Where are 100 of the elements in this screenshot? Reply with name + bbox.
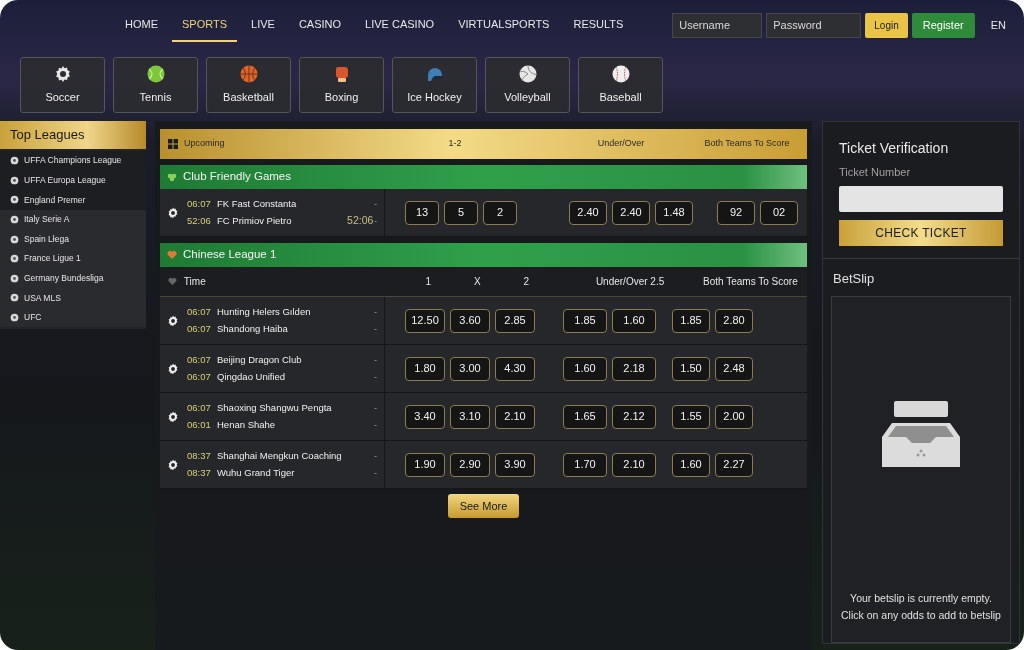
basketball-icon <box>238 64 259 85</box>
column-header: 1-2 <box>447 137 463 151</box>
ticket-label: Ticket Number <box>839 165 912 180</box>
odds-button[interactable]: 2.18 <box>612 356 656 381</box>
gear-icon <box>167 314 179 327</box>
gear-icon <box>167 458 179 471</box>
odds-button[interactable]: 3.40 <box>405 404 445 429</box>
odds-button[interactable]: 92 <box>717 200 755 225</box>
odds-button[interactable]: 2.80 <box>715 308 753 333</box>
team-name: Shanghai Mengkun Coaching <box>217 449 343 464</box>
odds-button[interactable]: 4.30 <box>495 356 535 381</box>
grid-icon <box>168 139 178 149</box>
match-time: 52:06 <box>187 213 212 228</box>
sport-tile[interactable]: Ice Hockey <box>392 57 477 113</box>
league-header: Chinese League 1 <box>160 243 807 267</box>
odds-button[interactable]: 3.10 <box>450 404 490 429</box>
score-dash: - <box>374 466 377 479</box>
league-link[interactable]: Germany Bundesliga <box>0 268 146 289</box>
odds-button[interactable]: 12.50 <box>405 308 445 333</box>
match-time: 06:07 <box>187 369 212 384</box>
odds-button[interactable]: 1.60 <box>672 452 710 477</box>
league-link[interactable]: UFFA Europa League <box>0 170 146 191</box>
sport-tile[interactable]: Basketball <box>206 57 291 113</box>
odds-button[interactable]: 3.60 <box>450 308 490 333</box>
league-link[interactable]: UFFA Champions League <box>0 151 146 171</box>
sport-tile[interactable]: Baseball <box>578 57 663 113</box>
odds-button[interactable]: 1.70 <box>563 452 607 477</box>
sport-tile[interactable]: Boxing <box>299 57 384 113</box>
match-time: 06:07 <box>187 353 212 368</box>
sidebar-title: Top Leagues <box>0 121 146 149</box>
league-link[interactable]: Italy Serie A <box>0 209 146 230</box>
league-link[interactable]: Spain Lłega <box>0 229 146 249</box>
column-header-row: Time 1 X 2 Under/Over 2.5 Both Teams To Score <box>160 267 807 297</box>
odds-button[interactable]: 1.80 <box>405 356 445 381</box>
odds-button[interactable]: 1.90 <box>405 452 445 477</box>
odds-button[interactable]: 1.65 <box>563 404 607 429</box>
see-more-button[interactable]: See More <box>447 494 520 518</box>
odds-button[interactable]: 1.48 <box>655 200 693 225</box>
odds-button[interactable]: 2.00 <box>715 404 753 429</box>
tennis-ball-icon <box>145 64 166 85</box>
league-link[interactable]: USA MLS <box>0 288 146 308</box>
odds-button[interactable]: 2.10 <box>495 404 535 429</box>
baseball-icon <box>610 64 631 85</box>
odds-button[interactable]: 3.00 <box>450 356 490 381</box>
odds-button[interactable]: 02 <box>760 200 798 225</box>
nav-link[interactable]: CASINO <box>288 7 352 43</box>
register-button[interactable]: Register <box>911 12 975 38</box>
league-link[interactable]: France Ligue 1 <box>0 248 146 269</box>
odds-button[interactable]: 1.60 <box>612 308 656 333</box>
column-header: Under/Over <box>596 137 646 151</box>
nav-link[interactable]: HOME <box>115 7 168 43</box>
odds-button[interactable]: 2.12 <box>612 404 656 429</box>
login-button[interactable]: Login <box>865 12 908 38</box>
nav-link[interactable]: LIVE CASINO <box>355 7 445 43</box>
match-row[interactable]: 08:37 Shanghai Mengkun Coaching - 08:37 Wuhu Grand Tiger - 1.90 2.90 3.90 1.70 2.10 1.60 2.27 <box>160 441 807 489</box>
nav-link[interactable]: VIRTUALSPORTS <box>448 7 560 43</box>
match-row[interactable]: 06:07 Shaoxing Shangwu Pengta - 06:01 Henan Shahe - 3.40 3.10 2.10 1.65 2.12 1.55 2.00 <box>160 393 807 441</box>
heart-icon <box>167 250 177 260</box>
nav-link[interactable]: RESULTS <box>563 7 634 43</box>
gear-icon <box>167 206 179 219</box>
ticket-number-field[interactable] <box>839 185 1003 212</box>
sport-tile[interactable]: Soccer <box>20 57 105 113</box>
odds-button[interactable]: 2.27 <box>715 452 753 477</box>
username-field[interactable]: Username <box>672 12 763 38</box>
match-time: 06:07 <box>187 401 212 416</box>
odds-button[interactable]: 2.90 <box>450 452 490 477</box>
odds-button[interactable]: 1.50 <box>672 356 710 381</box>
league-link[interactable]: England Premer <box>0 190 146 210</box>
team-name: Shaoxing Shangwu Pengta <box>217 401 333 416</box>
odds-button[interactable]: 2.40 <box>612 200 650 225</box>
odds-button[interactable]: 1.85 <box>563 308 607 333</box>
odds-button[interactable]: 3.90 <box>495 452 535 477</box>
heart-icon <box>168 277 177 286</box>
odds-button[interactable]: 5 <box>444 200 478 225</box>
score-dash: - <box>374 370 377 383</box>
odds-button[interactable]: 2.10 <box>612 452 656 477</box>
odds-button[interactable]: 2.40 <box>569 200 607 225</box>
odds-button[interactable]: 1.55 <box>672 404 710 429</box>
odds-button[interactable]: 2.85 <box>495 308 535 333</box>
nav-link[interactable]: SPORTS <box>172 7 238 43</box>
nav-link[interactable]: LIVE <box>241 7 285 43</box>
team-name: Wuhu Grand Tiger <box>217 465 296 480</box>
upcoming-label: Upcoming <box>184 137 226 151</box>
league-link[interactable]: UFC <box>0 307 146 328</box>
score-dash: - <box>374 354 377 367</box>
odds-button[interactable]: 1.60 <box>563 356 607 381</box>
match-row[interactable]: 06:07 Hunting Helers Gılden - 06:07 Shandong Haiba - 12.50 3.60 2.85 1.85 1.60 1.85 2.80 <box>160 297 807 345</box>
language-selector[interactable]: EN <box>990 16 1006 34</box>
match-row[interactable]: 06:07 Beijing Dragon Club - 06:07 Qingdao Unified - 1.80 3.00 4.30 1.60 2.18 1.50 2.48 <box>160 345 807 393</box>
odds-button[interactable]: 13 <box>405 200 439 225</box>
password-field[interactable]: Password <box>766 12 862 38</box>
sport-tile[interactable]: Volleyball <box>485 57 570 113</box>
check-ticket-button[interactable]: CHECK TICKET <box>839 219 1003 246</box>
gear-icon <box>167 362 179 375</box>
odds-button[interactable]: 2 <box>483 200 517 225</box>
sport-tile[interactable]: Tennis <box>113 57 198 113</box>
odds-button[interactable]: 2.48 <box>715 356 753 381</box>
match-row[interactable]: 06:07 FK Fast Constanta - 52:06 FC Primiov Pietro 52:06- 13 5 2 2.40 2.40 1.48 92 02 <box>160 189 807 237</box>
gear-icon <box>167 410 179 423</box>
odds-button[interactable]: 1.85 <box>672 308 710 333</box>
